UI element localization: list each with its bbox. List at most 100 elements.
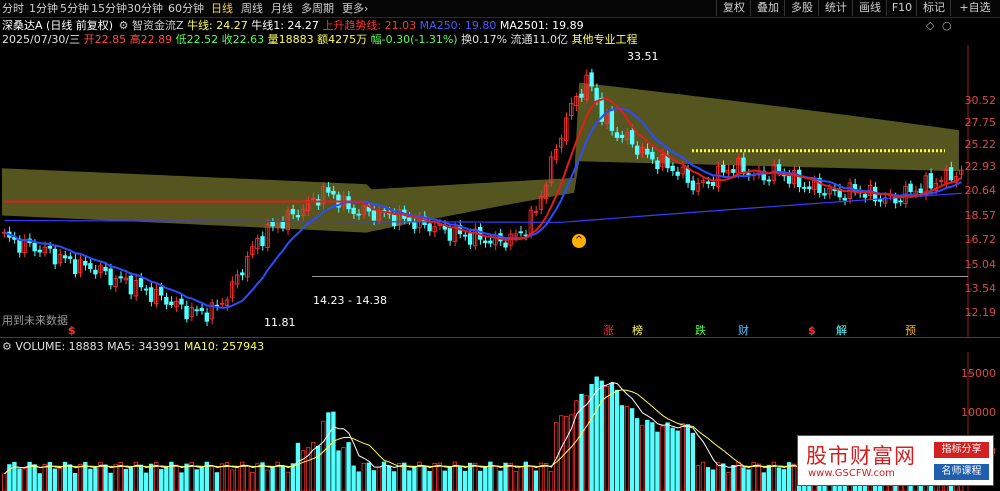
candle-body: [88, 263, 93, 270]
price-tick-label: 25.22: [964, 137, 997, 151]
period-weekly[interactable]: 周线: [241, 1, 263, 16]
volume-bar: [518, 465, 523, 491]
add-watchlist-button[interactable]: +自选: [950, 0, 999, 16]
volume-bar: [42, 464, 47, 491]
diamond-icon[interactable]: ◇: [926, 19, 934, 32]
candle-body: [685, 168, 690, 183]
volume-bar: [219, 463, 225, 491]
volume-bar: [640, 424, 645, 491]
volume-bar: [665, 422, 670, 491]
candle-body: [240, 272, 245, 276]
volume-bar: [624, 405, 630, 491]
candle-body: [83, 260, 88, 266]
watermark-title: 股市财富网: [806, 444, 916, 468]
price-tick-label: 16.72: [964, 233, 997, 247]
volume-bar: [285, 471, 290, 491]
price-tick-label: 15.04: [964, 257, 997, 271]
volume-bar: [361, 463, 366, 491]
candle-body: [634, 145, 640, 155]
period-monthly[interactable]: 月线: [271, 1, 293, 16]
candle-body: [356, 213, 361, 216]
volume-bar: [670, 427, 675, 491]
volume-bar: [741, 467, 746, 491]
mark-button[interactable]: 标记: [916, 0, 951, 16]
event-die[interactable]: 跌: [695, 324, 706, 337]
candle-body: [862, 194, 868, 198]
event-bang[interactable]: 榜: [632, 324, 643, 337]
volume-bar: [214, 472, 220, 491]
candle-body: [447, 227, 453, 241]
volume-bar: [78, 463, 83, 491]
event-dollar-2[interactable]: $: [808, 324, 816, 337]
candle-body: [280, 221, 285, 229]
period-more[interactable]: 更多›: [342, 1, 368, 16]
period-fenshi[interactable]: 分时: [2, 1, 24, 16]
overlay-button[interactable]: 叠加: [750, 0, 785, 16]
fuquan-button[interactable]: 复权: [716, 0, 751, 16]
ma2501-value: MA2501: 19.89: [499, 19, 584, 32]
volume-bar: [619, 405, 625, 491]
circle-icon[interactable]: ○: [942, 19, 952, 32]
volume-bar: [584, 395, 589, 491]
candle-body: [194, 309, 199, 312]
f10-button[interactable]: F10: [886, 0, 917, 16]
volume-bar: [736, 461, 741, 491]
volume-bar: [22, 468, 27, 491]
draw-line-button[interactable]: 画线: [852, 0, 887, 16]
period-60min[interactable]: 60分钟: [168, 1, 204, 16]
price-chart[interactable]: [0, 45, 1000, 337]
period-5min[interactable]: 5分钟: [60, 1, 89, 16]
stats-button[interactable]: 统计: [818, 0, 853, 16]
event-cai[interactable]: 财: [738, 324, 749, 337]
volume-bar: [559, 415, 564, 491]
volume-bar: [680, 423, 685, 491]
volume-bar: [88, 468, 93, 491]
period-daily[interactable]: 日线: [211, 1, 233, 16]
candle-body: [467, 233, 473, 245]
volume-bar: [113, 463, 118, 491]
volume-bar: [209, 464, 215, 491]
price-tick-label: 18.57: [964, 208, 997, 222]
volume-bar: [493, 466, 498, 491]
volume-bar: [32, 464, 37, 491]
candle-body: [270, 222, 275, 227]
volume-bar: [705, 467, 711, 491]
period-15min[interactable]: 15分钟: [91, 1, 127, 16]
multi-stock-button[interactable]: 多股: [784, 0, 819, 16]
period-30min[interactable]: 30分钟: [127, 1, 163, 16]
volume-bar: [93, 467, 98, 491]
candle-body: [710, 182, 716, 186]
candle-body: [164, 297, 169, 305]
event-yu[interactable]: 预: [905, 324, 916, 337]
price-tick-label: 27.75: [964, 115, 997, 129]
volume-bar: [675, 430, 680, 491]
event-jie[interactable]: 解: [836, 324, 847, 337]
period-1min[interactable]: 1分钟: [29, 1, 58, 16]
volume-bar: [376, 466, 382, 491]
event-zhang[interactable]: 涨: [603, 324, 614, 337]
volume-bar: [407, 470, 412, 491]
event-dollar-1[interactable]: $: [68, 324, 76, 337]
volume-bar: [427, 471, 432, 491]
candle-body: [807, 186, 812, 190]
volume-bar: [685, 424, 690, 491]
candle-body: [412, 221, 417, 229]
settings-icon[interactable]: ⚙: [119, 19, 129, 32]
volume-bar: [528, 466, 534, 491]
volume-bar: [766, 464, 772, 491]
candle-body: [488, 240, 493, 244]
candle-body: [462, 234, 468, 237]
candle-body: [609, 110, 615, 131]
period-multi[interactable]: 多周期: [301, 1, 334, 16]
cloud-band-layer: [2, 82, 959, 233]
volume-bar: [290, 463, 296, 491]
volume-bar: [478, 470, 483, 491]
candle-body: [842, 197, 847, 201]
candle-body: [670, 165, 675, 171]
candle-body: [47, 245, 53, 249]
volume-bar: [391, 471, 397, 491]
volume-bar: [604, 386, 609, 491]
up-arrow-icon[interactable]: ^: [572, 234, 586, 248]
low-marker-label: 11.81: [264, 316, 296, 329]
volume-bar: [316, 445, 321, 491]
